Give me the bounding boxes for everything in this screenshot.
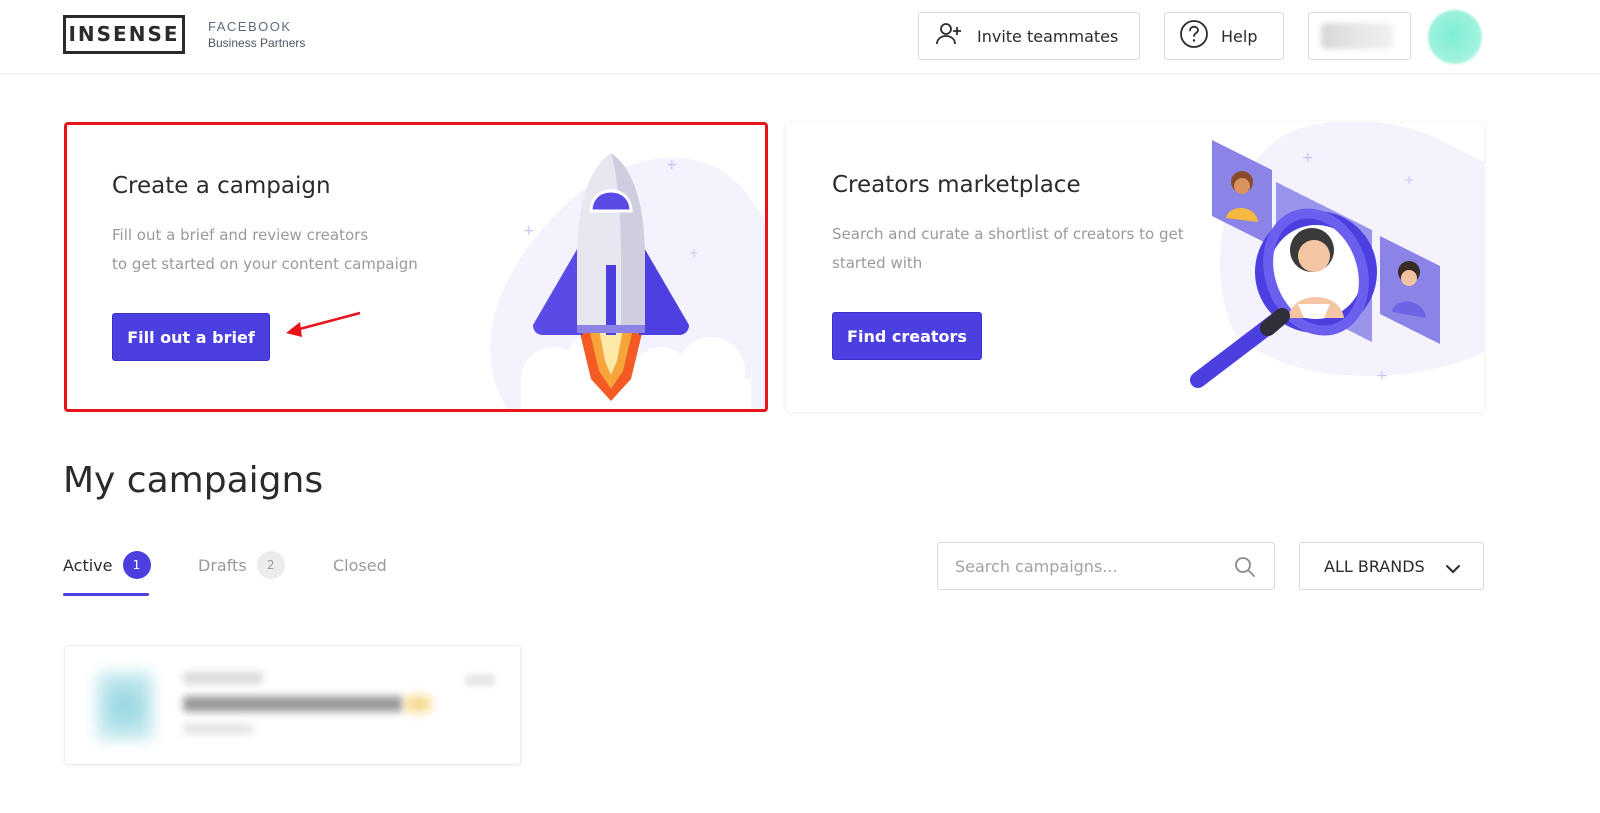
insense-logo[interactable]: INSENSE — [63, 15, 185, 54]
campaign-thumbnail — [97, 672, 153, 740]
svg-text:+: + — [1302, 150, 1314, 166]
rocket-illustration: + + + — [490, 153, 765, 409]
creators-marketplace-title: Creators marketplace — [832, 172, 1081, 198]
svg-text:+: + — [523, 223, 535, 239]
campaign-meta-blurred — [183, 724, 253, 734]
account-switcher-button[interactable] — [1308, 12, 1411, 60]
tab-drafts[interactable]: Drafts 2 — [198, 548, 285, 582]
magnifier-illustration: + + + — [1190, 122, 1484, 388]
svg-text:+: + — [689, 246, 699, 260]
add-user-icon — [935, 21, 963, 51]
creators-marketplace-card: + + + Creators marketplace Search and cu… — [786, 122, 1484, 412]
top-header: INSENSE FACEBOOK Business Partners Invit… — [0, 0, 1600, 74]
creators-marketplace-desc-line2: started with — [832, 254, 923, 272]
campaign-menu-blurred[interactable] — [465, 674, 495, 686]
svg-text:+: + — [1404, 173, 1414, 187]
tab-drafts-label: Drafts — [198, 555, 247, 575]
create-campaign-card: + + + Create a campaign Fill out a brief… — [64, 122, 768, 412]
create-campaign-desc-line1: Fill out a brief and review creators — [112, 226, 369, 244]
tab-drafts-count-badge: 2 — [256, 551, 285, 579]
tab-closed-label: Closed — [333, 555, 387, 575]
tab-closed[interactable]: Closed — [333, 548, 387, 582]
search-icon[interactable] — [1234, 556, 1256, 582]
campaign-card-blurred[interactable] — [64, 645, 521, 765]
creators-marketplace-description: Search and curate a shortlist of creator… — [832, 220, 1202, 278]
invite-teammates-button[interactable]: Invite teammates — [918, 12, 1140, 60]
facebook-partner-badge: FACEBOOK Business Partners — [208, 19, 305, 50]
partner-subtitle: Business Partners — [208, 36, 306, 50]
active-tab-indicator — [63, 593, 149, 596]
create-campaign-desc-line2: to get started on your content campaign — [112, 255, 418, 273]
chevron-down-icon — [1445, 560, 1461, 579]
campaign-brand-blurred — [183, 672, 263, 684]
create-campaign-description: Fill out a brief and review creators to … — [112, 221, 452, 279]
partner-title: FACEBOOK — [208, 19, 292, 34]
annotation-arrow-icon — [286, 311, 361, 337]
question-circle-icon — [1179, 19, 1209, 53]
help-label: Help — [1221, 26, 1258, 46]
creators-marketplace-desc-line1: Search and curate a shortlist of creator… — [832, 225, 1184, 243]
svg-text:+: + — [666, 157, 678, 173]
campaign-title-blurred — [183, 696, 403, 712]
brands-dropdown-label: ALL BRANDS — [1324, 556, 1425, 576]
help-button[interactable]: Help — [1164, 12, 1284, 60]
tab-active[interactable]: Active 1 — [63, 548, 151, 582]
brands-dropdown[interactable]: ALL BRANDS — [1299, 542, 1484, 590]
fill-out-brief-button[interactable]: Fill out a brief — [112, 313, 270, 361]
avatar[interactable] — [1428, 10, 1482, 64]
search-input[interactable] — [955, 556, 1225, 576]
my-campaigns-title: My campaigns — [63, 460, 324, 501]
find-creators-button[interactable]: Find creators — [832, 312, 982, 360]
search-campaigns — [937, 542, 1275, 590]
account-name-blurred — [1321, 23, 1393, 49]
svg-text:+: + — [1376, 368, 1388, 384]
tab-active-count-badge: 1 — [122, 551, 151, 579]
create-campaign-title: Create a campaign — [112, 173, 331, 199]
invite-label: Invite teammates — [977, 26, 1119, 46]
tab-active-label: Active — [63, 555, 113, 575]
campaign-badge-blurred — [405, 696, 431, 712]
